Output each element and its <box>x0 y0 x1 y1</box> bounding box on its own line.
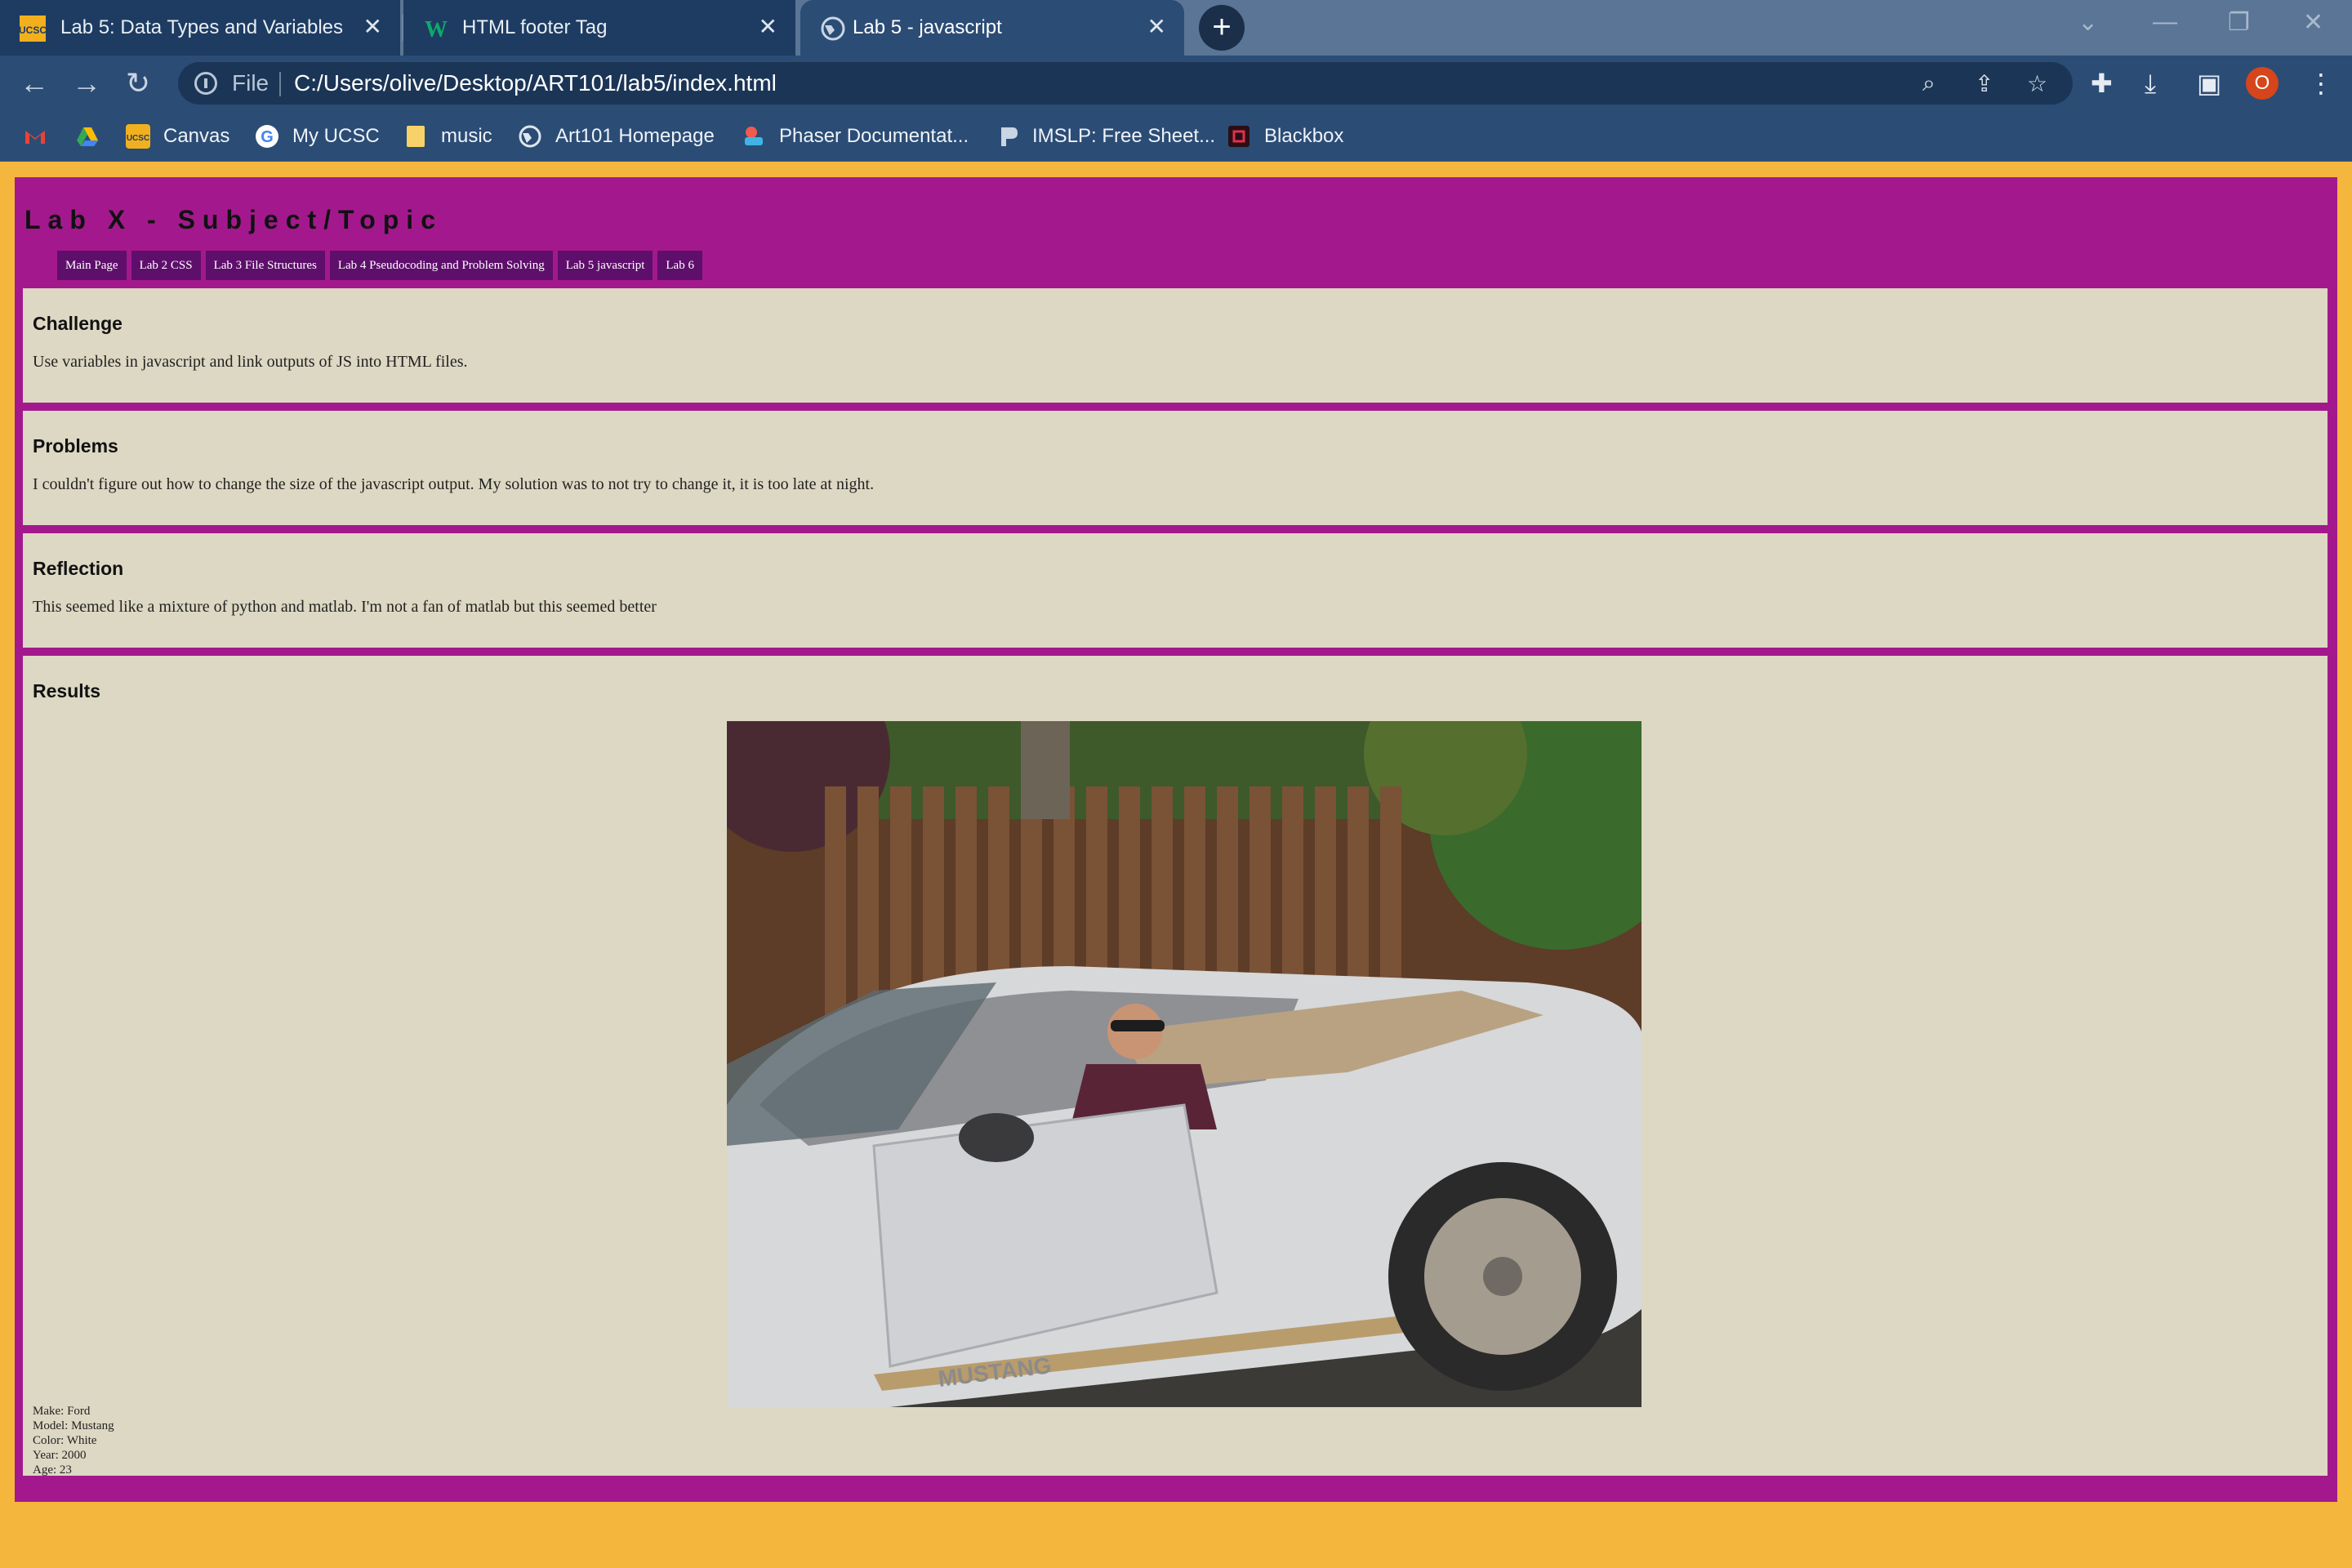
close-icon[interactable]: ✕ <box>363 13 382 40</box>
w3schools-icon: W <box>425 17 448 42</box>
globe-icon <box>519 125 541 148</box>
ucsc-icon: UCSC <box>20 16 46 42</box>
car-info-output: Make: Ford Model: Mustang Color: White Y… <box>33 1404 114 1477</box>
tab-title: Lab 5 - javascript <box>853 16 1002 38</box>
close-icon[interactable]: ✕ <box>759 13 777 40</box>
zoom-icon[interactable]: ⌕ <box>1922 70 1936 97</box>
nav-main-page[interactable]: Main Page <box>57 251 127 280</box>
bookmark-blackbox[interactable]: Blackbox <box>1227 122 1343 150</box>
page-container: Lab X - Subject/Topic Main Page Lab 2 CS… <box>15 177 2337 1502</box>
page-title: Lab X - Subject/Topic <box>24 205 443 234</box>
svg-text:UCSC: UCSC <box>20 24 46 36</box>
profile-avatar[interactable]: O <box>2246 67 2278 100</box>
minimize-button[interactable]: — <box>2153 8 2177 36</box>
google-icon: G <box>256 125 278 148</box>
problems-section: Problems I couldn't figure out how to ch… <box>23 411 2328 525</box>
bookmarks-bar: UCSC Canvas G My UCSC music Art101 Homep… <box>0 111 2352 162</box>
browser-toolbar: ← → ↻ File C:/Users/olive/Desktop/ART101… <box>0 56 2352 111</box>
globe-icon <box>821 16 845 41</box>
bookmark-imslp[interactable]: IMSLP: Free Sheet... <box>995 122 1215 150</box>
reflection-text: This seemed like a mixture of python and… <box>33 598 657 616</box>
bookmark-star-icon[interactable]: ☆ <box>2027 70 2047 97</box>
tab-search-icon[interactable]: ⌄ <box>2078 8 2098 37</box>
mustang-photo: MUSTANG <box>727 721 1642 1407</box>
tab-html-footer[interactable]: W HTML footer Tag ✕ <box>403 0 795 56</box>
car-model: Model: Mustang <box>33 1419 114 1432</box>
challenge-heading: Challenge <box>33 313 122 334</box>
car-age: Age: 23 <box>33 1463 72 1477</box>
tab-title: Lab 5: Data Types and Variables <box>60 16 344 38</box>
back-arrow-icon[interactable]: ← <box>20 67 49 100</box>
bookmark-label: Phaser Documentat... <box>779 125 969 147</box>
reload-icon[interactable]: ↻ <box>126 67 150 100</box>
bookmark-canvas[interactable]: UCSC Canvas <box>126 122 229 150</box>
imslp-icon <box>1001 127 1018 146</box>
bookmark-label: Canvas <box>163 125 230 147</box>
bookmark-my-ucsc[interactable]: G My UCSC <box>255 122 380 150</box>
nav-lab6[interactable]: Lab 6 <box>657 251 702 280</box>
nav-lab5-javascript[interactable]: Lab 5 javascript <box>557 251 653 280</box>
blackbox-icon <box>1228 126 1250 147</box>
bookmark-label: Art101 Homepage <box>555 125 715 147</box>
side-panel-icon[interactable]: ▣ <box>2197 69 2221 98</box>
reflection-section: Reflection This seemed like a mixture of… <box>23 533 2328 648</box>
forward-arrow-icon[interactable]: → <box>72 67 101 100</box>
svg-text:G: G <box>261 128 274 146</box>
svg-text:UCSC: UCSC <box>127 134 149 143</box>
tab-strip: UCSC Lab 5: Data Types and Variables ✕ W… <box>0 0 2352 56</box>
bookmark-drive[interactable] <box>75 122 113 150</box>
bookmark-label: music <box>441 125 492 147</box>
challenge-text: Use variables in javascript and link out… <box>33 353 468 371</box>
folder-icon <box>407 126 425 147</box>
menu-kebab-icon[interactable]: ⋮ <box>2308 69 2334 98</box>
car-make: Make: Ford <box>33 1405 91 1418</box>
bookmark-gmail[interactable] <box>23 122 60 150</box>
convertible-car-image: MUSTANG <box>727 721 1642 1407</box>
svg-text:W: W <box>425 17 448 42</box>
tab-lab5-javascript[interactable]: Lab 5 - javascript ✕ <box>800 0 1184 56</box>
address-divider <box>279 72 281 96</box>
results-section: Results MUSTANG Make: Ford Model: Mustan… <box>23 656 2328 1477</box>
bookmark-label: Blackbox <box>1264 125 1344 147</box>
window-close-button[interactable]: ✕ <box>2303 8 2323 37</box>
bookmark-music[interactable]: music <box>403 122 492 150</box>
car-year: Year: 2000 <box>33 1449 87 1462</box>
address-url[interactable]: C:/Users/olive/Desktop/ART101/lab5/index… <box>294 70 777 96</box>
new-tab-button[interactable]: + <box>1199 5 1245 51</box>
challenge-section: Challenge Use variables in javascript an… <box>23 288 2328 403</box>
nav-lab4-pseudocoding[interactable]: Lab 4 Pseudocoding and Problem Solving <box>329 251 553 280</box>
results-heading: Results <box>33 680 101 702</box>
car-color: Color: White <box>33 1434 97 1447</box>
gmail-icon <box>25 131 45 144</box>
ucsc-icon: UCSC <box>126 124 150 149</box>
download-icon[interactable]: ⤓ <box>2145 69 2156 98</box>
address-scheme: File <box>232 70 270 96</box>
tab-title: HTML footer Tag <box>462 16 608 38</box>
nav-lab2-css[interactable]: Lab 2 CSS <box>131 251 201 280</box>
phaser-icon <box>745 127 763 145</box>
bookmark-art101[interactable]: Art101 Homepage <box>518 122 715 150</box>
extensions-icon[interactable]: ✚ <box>2091 69 2113 98</box>
problems-heading: Problems <box>33 435 118 457</box>
bookmark-phaser[interactable]: Phaser Documentat... <box>742 122 969 150</box>
restore-button[interactable]: ❐ <box>2228 8 2250 37</box>
tab-lab5-data-types[interactable]: UCSC Lab 5: Data Types and Variables ✕ <box>0 0 400 56</box>
info-icon[interactable] <box>194 72 217 95</box>
bookmark-label: My UCSC <box>292 125 380 147</box>
share-icon[interactable]: ⇪ <box>1975 70 1993 97</box>
close-icon[interactable]: ✕ <box>1147 13 1166 40</box>
bookmark-label: IMSLP: Free Sheet... <box>1032 125 1216 147</box>
reflection-heading: Reflection <box>33 558 124 579</box>
nav-lab3-file-structures[interactable]: Lab 3 File Structures <box>205 251 325 280</box>
google-drive-icon <box>77 127 98 146</box>
site-nav: Main Page Lab 2 CSS Lab 3 File Structure… <box>57 251 707 280</box>
page-viewport: Lab X - Subject/Topic Main Page Lab 2 CS… <box>0 163 2352 1568</box>
address-bar[interactable]: File C:/Users/olive/Desktop/ART101/lab5/… <box>178 62 2073 105</box>
problems-text: I couldn't figure out how to change the … <box>33 475 875 493</box>
